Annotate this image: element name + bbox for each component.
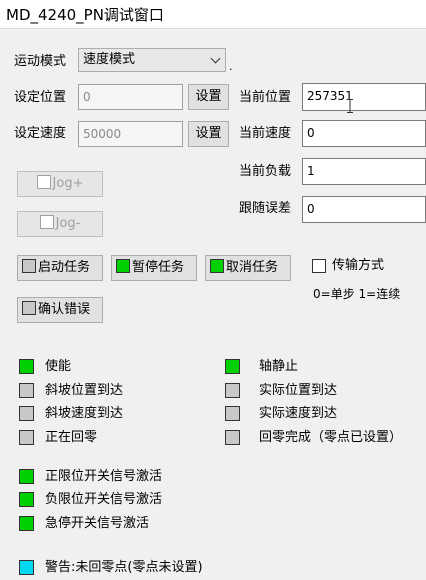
following-error-label: 跟随误差 <box>239 201 292 216</box>
enable-indicator <box>19 359 34 374</box>
transfer-mode-hint: 0=单步 1=连续 <box>313 287 401 301</box>
ramp-position-reached-label: 斜坡位置到达 <box>45 383 124 398</box>
current-speed-field: 0 <box>302 120 426 147</box>
neg-limit-indicator <box>19 492 34 507</box>
cancel-task-button[interactable]: 取消任务 <box>205 255 291 281</box>
axis-still-label: 轴静止 <box>259 359 299 374</box>
homing-indicator <box>19 430 34 445</box>
chevron-down-icon <box>210 53 221 64</box>
pause-task-indicator-icon <box>116 259 130 273</box>
motion-mode-value: 速度模式 <box>83 52 136 67</box>
axis-still-indicator <box>225 359 240 374</box>
confirm-error-label: 确认错误 <box>38 302 91 317</box>
set-position-input[interactable]: 0 <box>78 84 183 110</box>
motion-mode-label: 运动模式 <box>14 54 67 69</box>
jog-minus-label: Jog- <box>55 216 81 231</box>
start-task-label: 启动任务 <box>38 260 91 275</box>
following-error-field: 0 <box>302 196 426 223</box>
homing-label: 正在回零 <box>45 430 98 445</box>
cancel-task-indicator-icon <box>210 259 224 273</box>
confirm-error-button[interactable]: 确认错误 <box>17 297 103 323</box>
current-load-field: 1 <box>302 158 426 185</box>
warning-indicator <box>19 560 34 575</box>
homing-done-indicator <box>225 430 240 445</box>
current-speed-label: 当前速度 <box>239 126 292 141</box>
pos-limit-indicator <box>19 469 34 484</box>
motion-mode-select[interactable]: 速度模式 <box>78 48 226 72</box>
homing-done-label: 回零完成（零点已设置） <box>259 430 403 445</box>
actual-position-reached-label: 实际位置到达 <box>259 383 338 398</box>
set-speed-input[interactable]: 50000 <box>78 121 183 147</box>
transfer-mode-checkbox[interactable] <box>312 259 326 273</box>
window-title-bar: MD_4240_PN调试窗口 <box>0 0 426 29</box>
ramp-position-reached-indicator <box>19 383 34 398</box>
neg-limit-label: 负限位开关信号激活 <box>45 492 163 507</box>
set-speed-button[interactable]: 设置 <box>188 121 229 147</box>
jog-plus-label: Jog+ <box>52 176 84 191</box>
jog-minus-button[interactable]: Jog- <box>17 211 103 237</box>
current-load-label: 当前负载 <box>239 164 292 179</box>
actual-position-reached-indicator <box>225 383 240 398</box>
confirm-error-indicator-icon <box>22 301 36 315</box>
pause-task-label: 暂停任务 <box>132 260 185 275</box>
ramp-speed-reached-label: 斜坡速度到达 <box>45 406 124 421</box>
set-position-label: 设定位置 <box>14 90 67 105</box>
jog-plus-button[interactable]: Jog+ <box>17 171 103 197</box>
estop-indicator <box>19 516 34 531</box>
actual-speed-reached-indicator <box>225 406 240 421</box>
current-position-field[interactable]: 257351 <box>302 83 426 111</box>
jog-minus-checkbox-icon <box>39 215 54 229</box>
jog-plus-checkbox-icon <box>36 175 51 189</box>
start-task-button[interactable]: 启动任务 <box>17 255 103 281</box>
set-position-button[interactable]: 设置 <box>188 84 229 110</box>
warning-label: 警告:未回零点(零点未设置) <box>45 560 203 575</box>
dot: . <box>229 60 233 73</box>
pos-limit-label: 正限位开关信号激活 <box>45 469 163 484</box>
window-title: MD_4240_PN调试窗口 <box>6 6 164 24</box>
pause-task-button[interactable]: 暂停任务 <box>111 255 197 281</box>
ramp-speed-reached-indicator <box>19 406 34 421</box>
actual-speed-reached-label: 实际速度到达 <box>259 406 338 421</box>
estop-label: 急停开关信号激活 <box>45 516 150 531</box>
text-cursor-icon <box>347 99 353 113</box>
set-speed-label: 设定速度 <box>14 126 67 141</box>
cancel-task-label: 取消任务 <box>226 260 279 275</box>
current-position-label: 当前位置 <box>239 90 292 105</box>
enable-label: 使能 <box>45 359 72 374</box>
start-task-indicator-icon <box>22 259 36 273</box>
transfer-mode-label: 传输方式 <box>332 258 385 273</box>
